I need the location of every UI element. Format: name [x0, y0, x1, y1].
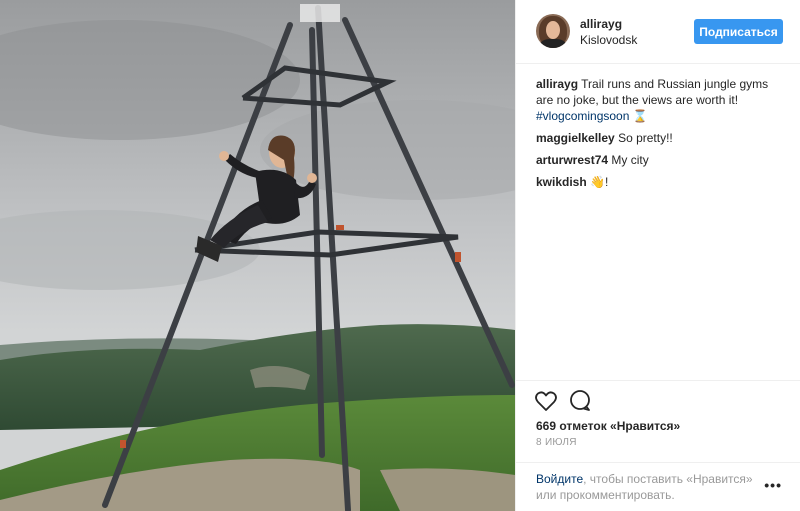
post-header: allirayg Kislovodsk Подписаться	[516, 0, 800, 64]
hashtag-link[interactable]: #vlogcomingsoon	[536, 109, 629, 123]
login-link[interactable]: Войдите	[536, 472, 583, 486]
list-item: kwikdish 👋!	[536, 174, 786, 190]
avatar[interactable]	[536, 14, 570, 48]
caption: allirayg Trail runs and Russian jungle g…	[536, 76, 786, 124]
login-text: Войдите, чтобы поставить «Нравится» или …	[536, 471, 766, 503]
location-link[interactable]: Kislovodsk	[580, 33, 637, 47]
comment-username[interactable]: arturwrest74	[536, 153, 608, 167]
comments-list: allirayg Trail runs and Russian jungle g…	[536, 76, 786, 196]
comment-text: So pretty!!	[618, 131, 673, 145]
post-date: 8 ИЮЛЯ	[536, 437, 577, 448]
post-actions: 669 отметок «Нравится» 8 ИЮЛЯ	[516, 380, 800, 462]
comment-username[interactable]: kwikdish	[536, 175, 587, 189]
likes-count[interactable]: 669 отметок «Нравится»	[536, 419, 680, 433]
list-item: arturwrest74 My city	[536, 152, 786, 168]
follow-button[interactable]: Подписаться	[694, 19, 783, 44]
comment-bubble-icon[interactable]	[568, 389, 592, 413]
username-link[interactable]: allirayg	[580, 17, 622, 31]
comment-username[interactable]: maggielkelley	[536, 131, 615, 145]
post-side-panel: allirayg Kislovodsk Подписаться allirayg…	[515, 0, 800, 511]
list-item: maggielkelley So pretty!!	[536, 130, 786, 146]
heart-icon[interactable]	[534, 389, 558, 413]
more-options-icon[interactable]: •••	[764, 477, 782, 493]
hourglass-icon: ⌛	[632, 109, 648, 123]
caption-username[interactable]: allirayg	[536, 77, 578, 91]
login-prompt: Войдите, чтобы поставить «Нравится» или …	[516, 462, 800, 511]
comment-text: My city	[611, 153, 649, 167]
instagram-post: allirayg Kislovodsk Подписаться allirayg…	[0, 0, 800, 511]
comment-text: 👋!	[590, 175, 609, 189]
post-photo[interactable]	[0, 0, 515, 511]
